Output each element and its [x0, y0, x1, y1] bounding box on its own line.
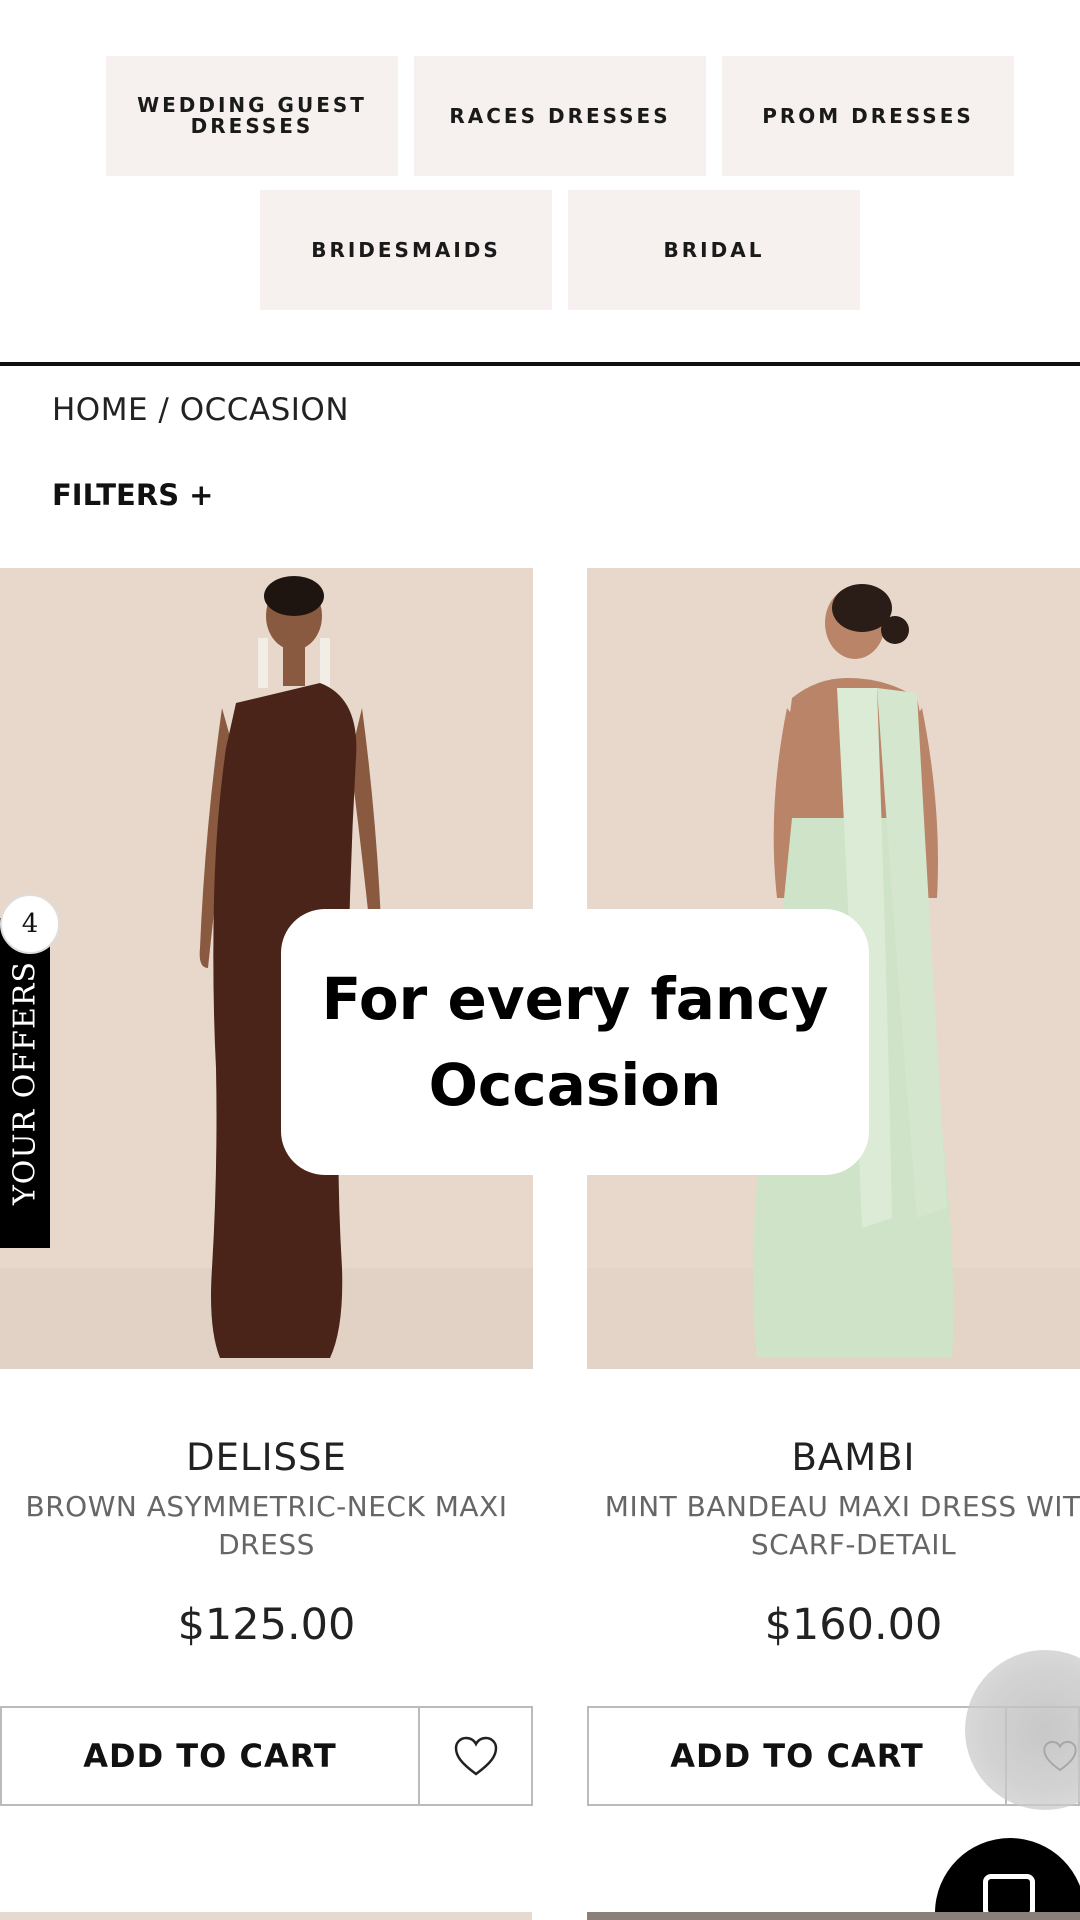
product-price: $160.00 [764, 1600, 943, 1650]
caption-text: For every fancy Occasion [321, 965, 829, 1119]
product-name[interactable]: DELISSE [0, 1436, 533, 1479]
category-prom-dresses[interactable]: PROM DRESSES [722, 56, 1014, 176]
breadcrumb[interactable]: HOME / OCCASION [52, 392, 349, 428]
product-description[interactable]: BROWN ASYMMETRIC-NECK MAXI DRESS [10, 1488, 523, 1564]
next-product-image-preview [0, 1912, 532, 1920]
category-bridesmaids[interactable]: BRIDESMAIDS [260, 190, 552, 310]
product-description[interactable]: MINT BANDEAU MAXI DRESS WITH SCARF-DETAI… [597, 1488, 1080, 1564]
next-product-image-preview [587, 1912, 1080, 1920]
product-name[interactable]: BAMBI [587, 1436, 1080, 1479]
chat-button[interactable] [935, 1838, 1080, 1920]
filters-button[interactable]: FILTERS + [52, 478, 213, 512]
offers-count-badge[interactable]: 4 [0, 894, 60, 954]
category-races-dresses[interactable]: RACES DRESSES [414, 56, 706, 176]
heart-icon [454, 1736, 497, 1776]
your-offers-tab[interactable]: YOUR OFFERS [0, 918, 50, 1248]
section-divider [0, 362, 1080, 366]
wishlist-button[interactable] [420, 1706, 533, 1806]
caption-overlay: For every fancy Occasion [281, 909, 869, 1175]
your-offers-label: YOUR OFFERS [7, 960, 43, 1206]
category-wedding-guest-dresses[interactable]: WEDDING GUEST DRESSES [106, 56, 398, 176]
add-to-cart-button[interactable]: ADD TO CART [587, 1706, 1007, 1806]
category-bridal[interactable]: BRIDAL [568, 190, 860, 310]
product-price: $125.00 [177, 1600, 356, 1650]
add-to-cart-button[interactable]: ADD TO CART [0, 1706, 420, 1806]
